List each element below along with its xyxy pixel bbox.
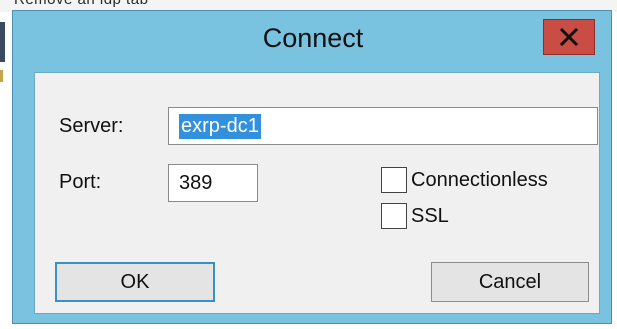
- ssl-label: SSL: [411, 204, 449, 227]
- server-label: Server:: [59, 115, 124, 137]
- port-label: Port:: [59, 171, 102, 193]
- background-text: Remove an ldp tab: [14, 0, 148, 8]
- background-edge-accent: [0, 70, 3, 82]
- background-edge: [0, 22, 5, 62]
- cancel-button[interactable]: Cancel: [431, 262, 589, 302]
- server-input-value: exrp-dc1: [179, 113, 261, 139]
- connectionless-checkbox[interactable]: [381, 167, 407, 193]
- close-button[interactable]: [543, 19, 595, 55]
- connectionless-label: Connectionless: [411, 168, 548, 191]
- ssl-option[interactable]: SSL: [381, 203, 449, 229]
- connect-dialog: Connect Server: exrp-dc1 Port: 389 Conne…: [12, 10, 612, 324]
- port-input[interactable]: 389: [168, 164, 258, 202]
- dialog-title: Connect: [262, 23, 364, 53]
- ssl-checkbox[interactable]: [381, 203, 407, 229]
- dialog-client-area: Server: exrp-dc1 Port: 389 Connectionles…: [34, 72, 600, 314]
- server-input[interactable]: exrp-dc1: [168, 107, 598, 145]
- connectionless-option[interactable]: Connectionless: [381, 167, 548, 193]
- close-icon: [560, 28, 578, 46]
- ok-button[interactable]: OK: [55, 262, 215, 302]
- port-input-value: 389: [179, 171, 213, 194]
